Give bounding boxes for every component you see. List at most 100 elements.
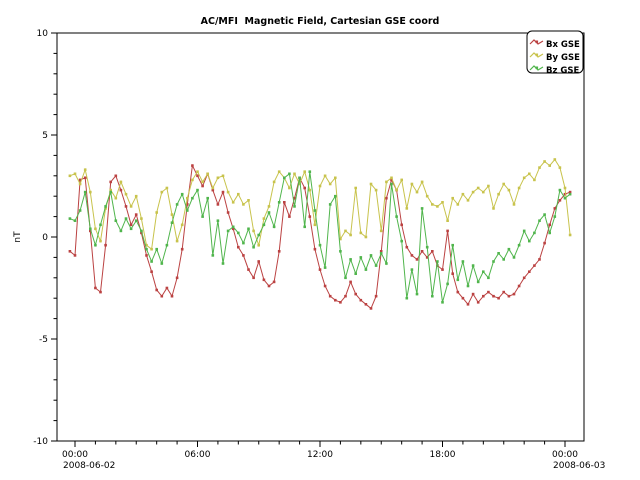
- series-bz-gse-marker: [247, 228, 250, 231]
- series-by-gse-marker: [375, 189, 378, 192]
- series-bz-gse-marker: [191, 197, 194, 200]
- series-by-gse-marker: [135, 195, 138, 198]
- series-bz-gse-marker: [462, 260, 465, 263]
- series-bx-gse-marker: [559, 199, 562, 202]
- series-bz-gse-marker: [446, 283, 449, 286]
- series-bz-gse-marker: [324, 266, 327, 269]
- series-bz-gse-marker: [263, 224, 266, 227]
- series-bz-gse: [69, 170, 572, 303]
- series-by-gse-marker: [186, 197, 189, 200]
- series-bx-gse-marker: [467, 303, 470, 306]
- series-by-gse-marker: [191, 179, 194, 182]
- series-bx-gse-marker: [344, 295, 347, 298]
- series-bz-gse-marker: [411, 268, 414, 271]
- series-by-gse-marker: [237, 193, 240, 196]
- series-by-gse-marker: [99, 240, 102, 243]
- series-bx-gse-marker: [242, 254, 245, 257]
- plot-frame: [57, 33, 584, 441]
- series-bx-gse-marker: [155, 289, 158, 292]
- series-bz-gse-marker: [421, 207, 424, 210]
- series-by-gse-marker: [451, 197, 454, 200]
- series-bz-gse-marker: [309, 170, 312, 173]
- series-bz-gse-marker: [125, 217, 128, 220]
- series-bz-gse-marker: [502, 258, 505, 261]
- series-by-gse-marker: [477, 187, 480, 190]
- series-bx-gse-marker: [482, 295, 485, 298]
- series-bx-gse-marker: [191, 164, 194, 167]
- y-tick-label: 0: [42, 233, 48, 243]
- series-by-gse-line: [70, 160, 570, 250]
- series-by-gse-marker: [278, 170, 281, 173]
- series-by-gse-marker: [380, 230, 383, 233]
- series-bz-gse-marker: [155, 248, 158, 251]
- series-bz-gse-marker: [508, 248, 511, 251]
- x-tick-label: 00:00: [552, 450, 578, 460]
- axes: -10-5051000:002008-06-0206:0012:0018:000…: [33, 29, 605, 471]
- series-by-gse-marker: [120, 181, 123, 184]
- series-bx-gse-marker: [508, 295, 511, 298]
- x-tick-label: 12:00: [307, 450, 333, 460]
- series-bz-gse-marker: [467, 285, 470, 288]
- series-bx-gse-marker: [548, 224, 551, 227]
- series-bz-gse-marker: [222, 262, 225, 265]
- series-bz-gse-marker: [252, 246, 255, 249]
- series-by-gse-marker: [252, 230, 255, 233]
- series-by-gse-marker: [569, 234, 572, 237]
- series-bz-gse-marker: [212, 254, 215, 257]
- series-bx-gse-marker: [457, 291, 460, 294]
- series-bx-gse-marker: [237, 246, 240, 249]
- series-bz-gse-marker: [293, 205, 296, 208]
- series-by-gse-marker: [365, 236, 368, 239]
- series-bx-gse-marker: [538, 258, 541, 261]
- series-bz-gse-marker: [543, 213, 546, 216]
- series-bz-gse-marker: [554, 215, 557, 218]
- series-by-gse-marker: [533, 179, 536, 182]
- series-by-gse-marker: [385, 181, 388, 184]
- series-bx-gse-marker: [543, 242, 546, 245]
- series-by-gse-marker: [548, 164, 551, 167]
- series-by-gse-marker: [232, 201, 235, 204]
- series-bx-gse-marker: [360, 299, 363, 302]
- legend-marker-bx-icon: [536, 41, 539, 44]
- series-bz-gse-marker: [115, 219, 118, 222]
- series-by-gse-marker: [390, 177, 393, 180]
- y-tick-label: 5: [42, 131, 48, 141]
- series-by-gse-marker: [406, 207, 409, 210]
- series-bz-gse-marker: [217, 219, 220, 222]
- series-bz-gse-marker: [314, 209, 317, 212]
- series-by-gse-marker: [472, 191, 475, 194]
- series-bz-gse-marker: [441, 301, 444, 304]
- series-bz-gse-marker: [79, 209, 82, 212]
- series-bz-gse-marker: [513, 256, 516, 259]
- series-bz-gse-marker: [426, 246, 429, 249]
- series-bx-gse-marker: [145, 254, 148, 257]
- series-by-gse-marker: [94, 228, 97, 231]
- series-bx-gse-marker: [252, 277, 255, 280]
- series-by-gse-marker: [125, 193, 128, 196]
- series-by-gse-marker: [288, 187, 291, 190]
- series-by-gse-marker: [354, 187, 357, 190]
- series-by-gse-marker: [370, 183, 373, 186]
- series-by-gse-marker: [161, 191, 164, 194]
- series-by-gse-marker: [421, 181, 424, 184]
- series-bz-gse-marker: [104, 205, 107, 208]
- series-by-gse-marker: [196, 170, 199, 173]
- series-bz-gse-marker: [370, 254, 373, 257]
- series-bz-gse-marker: [176, 203, 179, 206]
- plot-canvas: AC/MFI Magnetic Field, Cartesian GSE coo…: [0, 0, 640, 480]
- legend-label-bz: Bz GSE: [546, 66, 579, 76]
- series-bz-gse-marker: [559, 189, 562, 192]
- chart-title: AC/MFI Magnetic Field, Cartesian GSE coo…: [201, 16, 440, 27]
- series-bx-gse-marker: [69, 250, 72, 253]
- series-by-gse-marker: [400, 179, 403, 182]
- series-by-gse-marker: [89, 191, 92, 194]
- series-bz-gse-marker: [365, 268, 368, 271]
- series-bx-gse-marker: [385, 197, 388, 200]
- series-by-gse-marker: [166, 187, 169, 190]
- series-by-gse-marker: [467, 199, 470, 202]
- series-bz-gse-marker: [84, 191, 87, 194]
- series-bz-gse-marker: [497, 252, 500, 255]
- y-tick-label: 10: [37, 29, 49, 39]
- series-bz-gse-marker: [69, 217, 72, 220]
- series-bx-gse-marker: [324, 285, 327, 288]
